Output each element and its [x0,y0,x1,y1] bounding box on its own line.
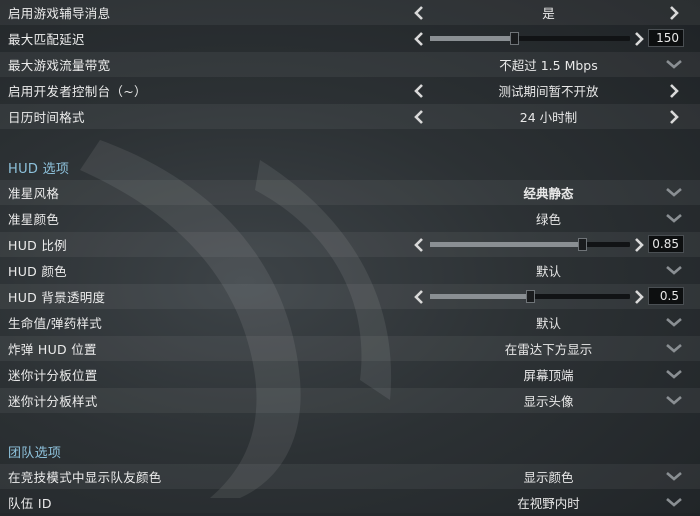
setting-label: 准星风格 [8,186,60,201]
chevron-down-icon[interactable] [664,367,684,381]
chevron-down-icon[interactable] [664,263,684,277]
setting-label: 迷你计分板样式 [8,394,98,409]
chevron-down-icon[interactable] [664,211,684,225]
setting-value[interactable]: 经典静态 [420,183,677,202]
setting-label: HUD 背景透明度 [8,290,106,305]
setting-row: 准星颜色 绿色 [0,206,700,231]
chevron-right-icon[interactable] [667,108,681,125]
chevron-left-icon[interactable] [412,236,426,253]
setting-row: 生命值/弹药样式 默认 [0,310,700,335]
setting-label: 最大匹配延迟 [8,32,85,47]
setting-row: 炸弹 HUD 位置 在雷达下方显示 [0,336,700,361]
slider-value-input[interactable]: 0.5 [648,287,684,305]
slider-value-input[interactable]: 150 [648,29,684,47]
setting-label: 迷你计分板位置 [8,368,98,383]
setting-label: HUD 比例 [8,238,67,253]
chevron-right-icon[interactable] [667,4,681,21]
setting-label: 准星颜色 [8,212,60,227]
setting-value[interactable]: 默认 [420,313,677,332]
setting-row: 日历时间格式 24 小时制 [0,104,700,129]
slider-track[interactable] [430,238,630,251]
setting-label: 在竞技模式中显示队友颜色 [8,470,162,485]
slider-track[interactable] [430,32,630,45]
slider-thumb[interactable] [510,32,519,45]
section-title: HUD 选项 [8,162,70,177]
chevron-down-icon[interactable] [664,393,684,407]
setting-row: 在竞技模式中显示队友颜色 显示颜色 [0,464,700,489]
slider-value-input[interactable]: 0.85 [648,235,684,253]
chevron-right-icon[interactable] [632,236,646,253]
chevron-right-icon[interactable] [632,30,646,47]
setting-row: 准星风格 经典静态 [0,180,700,205]
setting-row: HUD 比例 0.85 [0,232,700,257]
setting-label: 日历时间格式 [8,110,85,125]
setting-label: 生命值/弹药样式 [8,316,103,331]
section-header: 团队选项 [0,439,700,464]
settings-panel: 启用游戏辅导消息 是最大匹配延迟 150 最大游戏流量带宽 不超过 1.5 Mbps 启用… [0,0,700,516]
setting-value[interactable]: 在视野内时 [420,493,677,512]
chevron-right-icon[interactable] [667,82,681,99]
setting-label: 炸弹 HUD 位置 [8,342,97,357]
setting-row: 队伍 ID 在视野内时 [0,490,700,515]
slider-fill [430,294,530,299]
setting-row: 迷你计分板位置 屏幕顶端 [0,362,700,387]
setting-row: HUD 颜色 默认 [0,258,700,283]
setting-value: 测试期间暂不开放 [498,84,599,99]
setting-label: 队伍 ID [8,496,52,511]
chevron-down-icon[interactable] [664,495,684,509]
chevron-left-icon[interactable] [412,4,426,21]
setting-value[interactable]: 不超过 1.5 Mbps [420,55,677,74]
setting-value[interactable]: 在雷达下方显示 [420,339,677,358]
setting-value[interactable]: 显示头像 [420,391,677,410]
setting-value: 24 小时制 [519,110,578,125]
setting-label: 启用开发者控制台（~） [8,84,147,99]
setting-value[interactable]: 默认 [420,261,677,280]
setting-label: 启用游戏辅导消息 [8,6,111,21]
chevron-down-icon[interactable] [664,57,684,71]
chevron-left-icon[interactable] [412,30,426,47]
section-header: HUD 选项 [0,155,700,180]
setting-row: 启用开发者控制台（~） 测试期间暂不开放 [0,78,700,103]
chevron-left-icon[interactable] [412,108,426,125]
slider-thumb[interactable] [526,290,535,303]
setting-row: 启用游戏辅导消息 是 [0,0,700,25]
chevron-left-icon[interactable] [412,82,426,99]
setting-value[interactable]: 显示颜色 [420,467,677,486]
setting-row: 最大匹配延迟 150 [0,26,700,51]
chevron-right-icon[interactable] [632,288,646,305]
setting-row: HUD 背景透明度 0.5 [0,284,700,309]
slider-fill [430,242,582,247]
section-title: 团队选项 [8,446,62,461]
setting-value[interactable]: 屏幕顶端 [420,365,677,384]
slider-thumb[interactable] [578,238,587,251]
chevron-down-icon[interactable] [664,341,684,355]
setting-label: HUD 颜色 [8,264,67,279]
slider-track[interactable] [430,290,630,303]
setting-value[interactable]: 绿色 [420,209,677,228]
slider-fill [430,36,514,41]
setting-row: 最大游戏流量带宽 不超过 1.5 Mbps [0,52,700,77]
chevron-down-icon[interactable] [664,315,684,329]
setting-row: 迷你计分板样式 显示头像 [0,388,700,413]
chevron-left-icon[interactable] [412,288,426,305]
chevron-down-icon[interactable] [664,469,684,483]
setting-value: 是 [542,6,555,21]
setting-label: 最大游戏流量带宽 [8,58,111,73]
chevron-down-icon[interactable] [664,185,684,199]
